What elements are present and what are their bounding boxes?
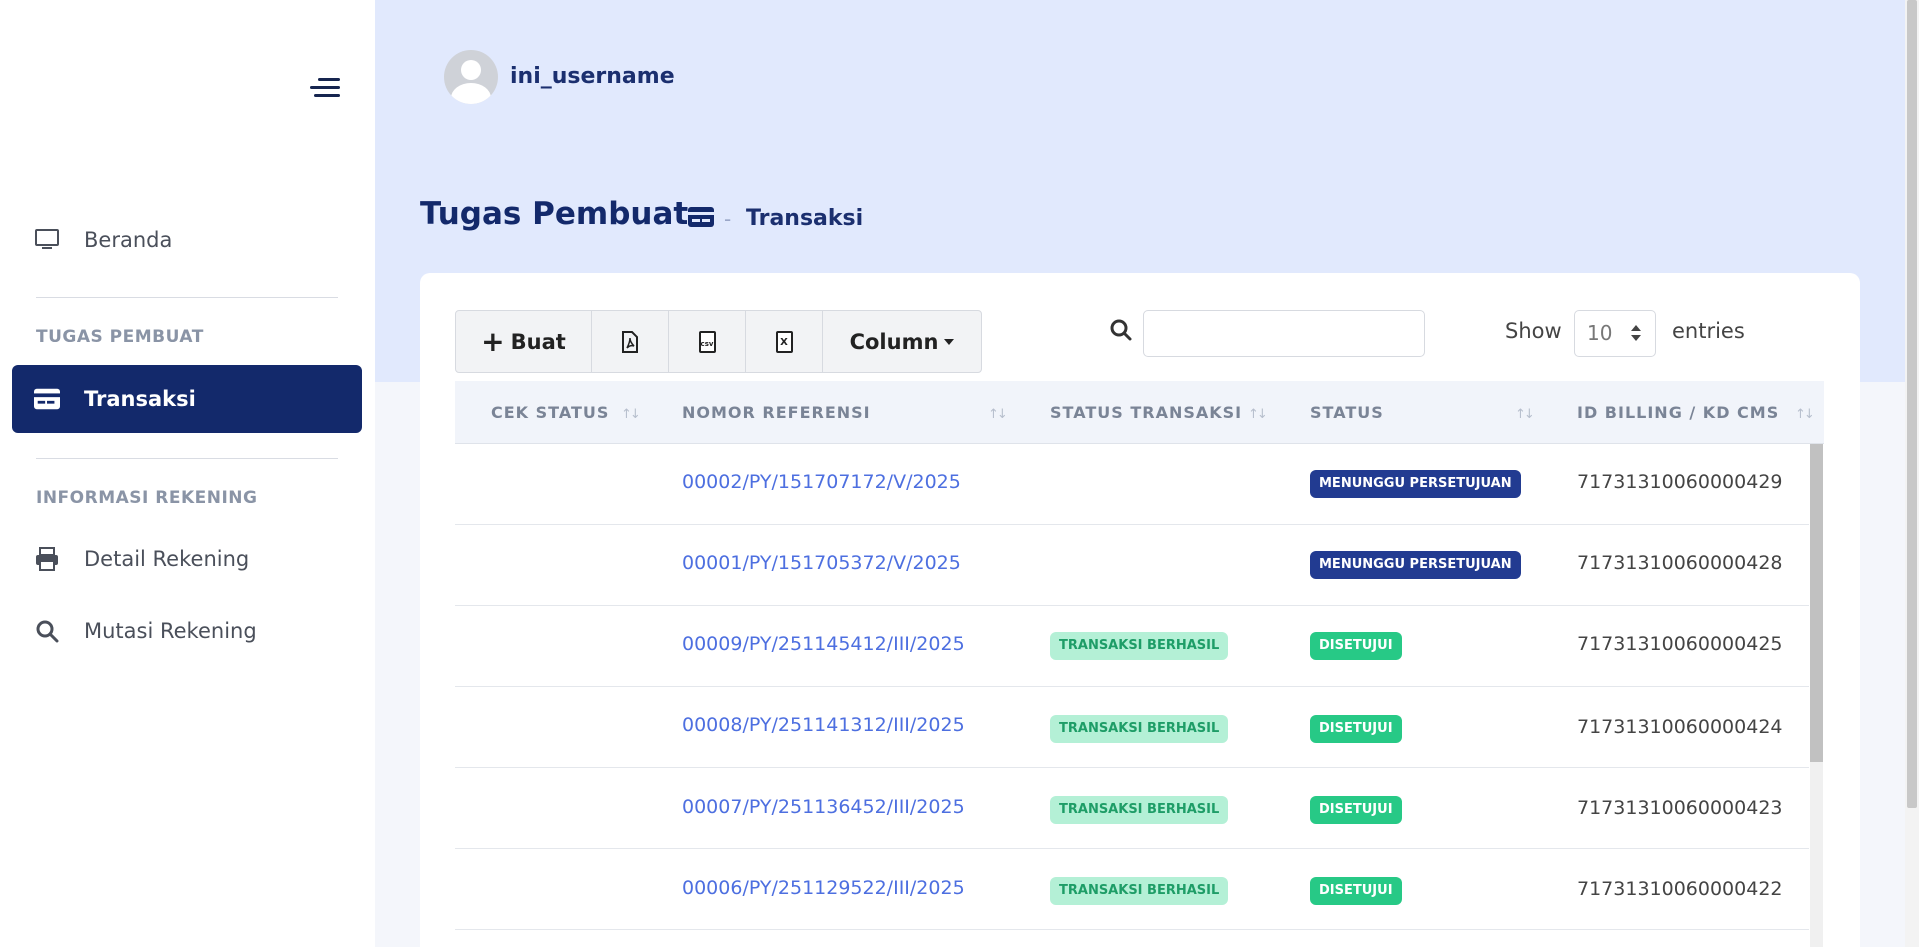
menu-toggle-icon[interactable] [310, 78, 340, 100]
entries-label: entries [1672, 319, 1745, 343]
sidebar-divider [36, 458, 338, 459]
transaction-status-badge: TRANSAKSI BERHASIL [1050, 715, 1229, 743]
printer-icon [34, 546, 60, 572]
create-button-label: Buat [510, 329, 566, 354]
column-header-status-transaksi[interactable]: STATUS TRANSAKSI [1050, 381, 1242, 444]
reference-link[interactable]: 00002/PY/151707172/V/2025 [682, 471, 961, 493]
column-dropdown-button[interactable]: Column [823, 311, 981, 372]
transaction-status-badge: TRANSAKSI BERHASIL [1050, 877, 1229, 905]
excel-label: X [780, 336, 788, 348]
id-billing: 71731310060000422 [1577, 878, 1783, 900]
transaction-status-badge: TRANSAKSI BERHASIL [1050, 632, 1229, 660]
table-header: CEK STATUS ↑↓ NOMOR REFERENSI ↑↓ STATUS … [455, 381, 1824, 444]
column-header-status[interactable]: STATUS [1310, 381, 1384, 444]
sidebar-item-beranda[interactable]: Beranda [12, 206, 362, 274]
sort-icon[interactable]: ↑↓ [621, 407, 641, 422]
reference-link[interactable]: 00006/PY/251129522/III/2025 [682, 877, 965, 899]
sidebar-item-mutasi-rekening[interactable]: Mutasi Rekening [12, 597, 362, 665]
table-row: 00001/PY/151705372/V/2025 MENUNGGU PERSE… [455, 525, 1809, 606]
reference-link[interactable]: 00008/PY/251141312/III/2025 [682, 714, 965, 736]
id-billing: 71731310060000428 [1577, 552, 1783, 574]
column-button-label: Column [849, 329, 939, 354]
username[interactable]: ini_username [510, 64, 675, 89]
column-header-cek-status[interactable]: CEK STATUS [491, 381, 609, 444]
transaction-status-badge: TRANSAKSI BERHASIL [1050, 796, 1229, 824]
select-arrows-icon [1631, 325, 1641, 343]
sort-icon[interactable]: ↑↓ [1248, 407, 1268, 422]
file-pdf-icon [622, 330, 638, 353]
plus-icon: + [481, 324, 505, 358]
sidebar-item-label: Mutasi Rekening [84, 619, 257, 643]
entries-value: 10 [1587, 321, 1613, 345]
card-icon [688, 207, 714, 227]
sort-icon[interactable]: ↑↓ [1795, 407, 1815, 422]
table-row: 00008/PY/251141312/III/2025 TRANSAKSI BE… [455, 687, 1809, 768]
sidebar-divider [36, 297, 338, 298]
status-badge: DISETUJUI [1310, 796, 1402, 824]
table-row: 00007/PY/251136452/III/2025 TRANSAKSI BE… [455, 768, 1809, 849]
entries-select[interactable]: 10 [1574, 310, 1656, 357]
export-excel-button[interactable]: X [746, 311, 823, 372]
sidebar: Beranda TUGAS PEMBUAT Transaksi INFORMAS… [0, 0, 375, 947]
sort-icon[interactable]: ↑↓ [1515, 407, 1535, 422]
export-csv-button[interactable]: csv [669, 311, 746, 372]
page-title: Tugas Pembuat [420, 196, 689, 232]
id-billing: 71731310060000423 [1577, 797, 1783, 819]
monitor-icon [34, 227, 60, 253]
csv-label: csv [700, 339, 714, 348]
reference-link[interactable]: 00009/PY/251145412/III/2025 [682, 633, 965, 655]
status-badge: MENUNGGU PERSETUJUAN [1310, 551, 1521, 579]
file-excel-icon: X [775, 330, 793, 353]
id-billing: 71731310060000429 [1577, 471, 1783, 493]
status-badge: DISETUJUI [1310, 877, 1402, 905]
id-billing: 71731310060000424 [1577, 716, 1783, 738]
breadcrumb[interactable]: Transaksi [746, 206, 863, 231]
sidebar-item-detail-rekening[interactable]: Detail Rekening [12, 525, 362, 593]
export-pdf-button[interactable] [592, 311, 669, 372]
sidebar-item-label: Beranda [84, 228, 173, 252]
page-scrollbar-thumb[interactable] [1907, 0, 1917, 808]
reference-link[interactable]: 00001/PY/151705372/V/2025 [682, 552, 961, 574]
section-title-tugas: TUGAS PEMBUAT [36, 327, 204, 347]
table-scrollbar-thumb[interactable] [1810, 444, 1823, 762]
show-label: Show [1505, 319, 1562, 343]
card-icon [34, 386, 60, 412]
table-row: 00002/PY/151707172/V/2025 MENUNGGU PERSE… [455, 444, 1809, 525]
create-button[interactable]: + Buat [456, 311, 592, 372]
sort-icon[interactable]: ↑↓ [988, 407, 1008, 422]
search-icon [34, 618, 60, 644]
table-row: 00006/PY/251129522/III/2025 TRANSAKSI BE… [455, 849, 1809, 930]
search-input[interactable] [1143, 310, 1425, 357]
status-badge: DISETUJUI [1310, 715, 1402, 743]
column-header-id-billing[interactable]: ID BILLING / KD CMS [1577, 381, 1779, 444]
file-csv-icon: csv [698, 330, 716, 353]
id-billing: 71731310060000425 [1577, 633, 1783, 655]
sidebar-item-transaksi[interactable]: Transaksi [12, 365, 362, 433]
status-badge: MENUNGGU PERSETUJUAN [1310, 470, 1521, 498]
status-badge: DISETUJUI [1310, 632, 1402, 660]
avatar[interactable] [444, 50, 498, 104]
section-title-informasi: INFORMASI REKENING [36, 488, 258, 508]
toolbar-button-group: + Buat csv X Column [455, 310, 982, 373]
breadcrumb-separator: - [724, 207, 732, 231]
sidebar-item-label: Transaksi [84, 387, 196, 411]
reference-link[interactable]: 00007/PY/251136452/III/2025 [682, 796, 965, 818]
column-header-nomor-referensi[interactable]: NOMOR REFERENSI [682, 381, 871, 444]
caret-down-icon [944, 338, 955, 345]
search-icon [1109, 318, 1135, 344]
sidebar-item-label: Detail Rekening [84, 547, 250, 571]
table-row: 00009/PY/251145412/III/2025 TRANSAKSI BE… [455, 606, 1809, 687]
